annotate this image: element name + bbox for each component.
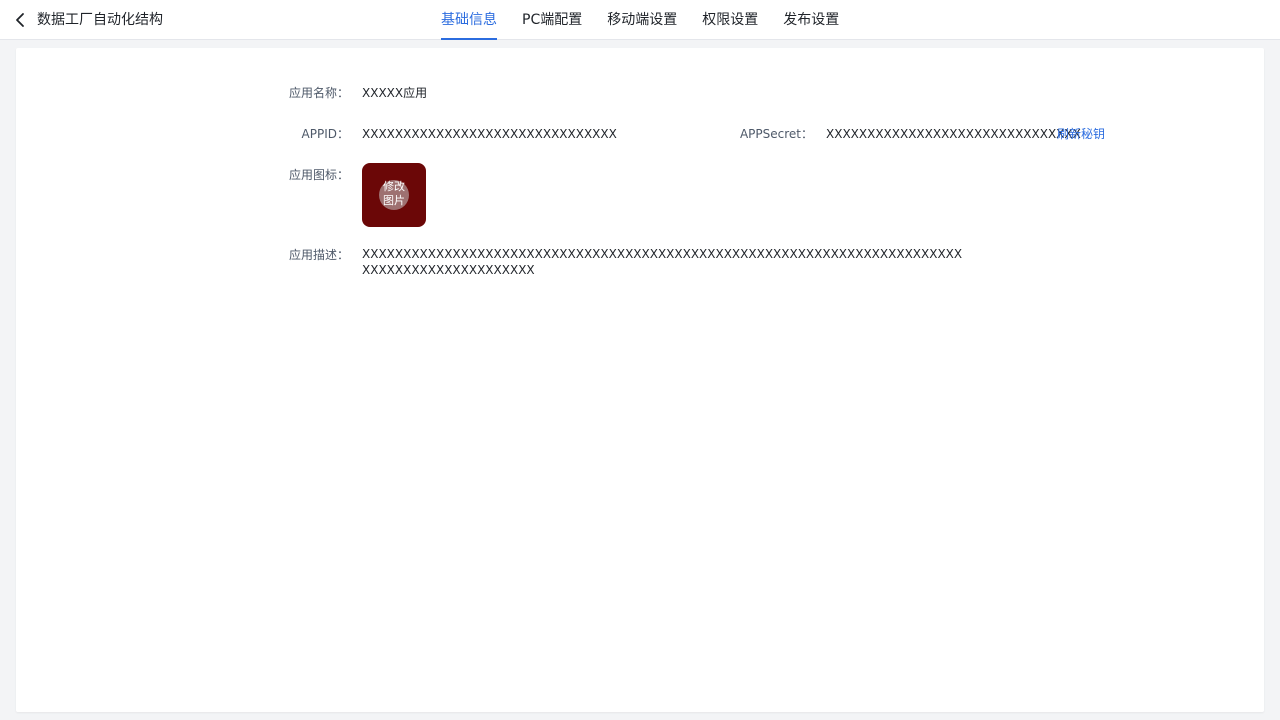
app-icon-label: 应用图标：	[288, 168, 349, 182]
appid-value: XXXXXXXXXXXXXXXXXXXXXXXXXXXXXXX	[362, 127, 617, 141]
change-image-line1: 修改	[383, 180, 405, 193]
tab-basic-info[interactable]: 基础信息	[441, 0, 497, 40]
app-desc-line2: XXXXXXXXXXXXXXXXXXXXX	[362, 263, 535, 277]
app-desc-value: XXXXXXXXXXXXXXXXXXXXXXXXXXXXXXXXXXXXXXXX…	[362, 246, 963, 278]
app-name-value: XXXXX应用	[362, 86, 428, 100]
basic-info-card: 应用名称： XXXXX应用 APPID： XXXXXXXXXXXXXXXXXXX…	[16, 48, 1264, 712]
appsecret-value: XXXXXXXXXXXXXXXXXXXXXXXXXXXXXXX	[826, 127, 1081, 141]
app-desc-line1: XXXXXXXXXXXXXXXXXXXXXXXXXXXXXXXXXXXXXXXX…	[362, 247, 963, 261]
refresh-secret-link[interactable]: 刷新秘钥	[1057, 125, 1105, 143]
app-name-label: 应用名称：	[288, 86, 349, 100]
tab-mobile-settings[interactable]: 移动端设置	[607, 0, 677, 40]
back-button[interactable]: 数据工厂自动化结构	[14, 10, 163, 30]
app-desc-label: 应用描述：	[288, 248, 349, 262]
tab-pc-config[interactable]: PC端配置	[522, 0, 582, 40]
tab-bar: 基础信息 PC端配置 移动端设置 权限设置 发布设置	[428, 0, 851, 40]
appsecret-label: APPSecret：	[739, 127, 813, 141]
appid-label: APPID：	[301, 127, 349, 141]
app-title: 数据工厂自动化结构	[37, 12, 163, 28]
tab-permission-settings[interactable]: 权限设置	[702, 0, 758, 40]
tab-publish-settings[interactable]: 发布设置	[783, 0, 839, 40]
change-image-line2: 图片	[383, 194, 405, 207]
change-image-label: 修改 图片	[362, 180, 426, 208]
top-bar: 数据工厂自动化结构 基础信息 PC端配置 移动端设置 权限设置 发布设置	[0, 0, 1280, 40]
chevron-left-icon	[16, 13, 24, 27]
app-icon-upload[interactable]: 修改 图片	[362, 163, 426, 227]
